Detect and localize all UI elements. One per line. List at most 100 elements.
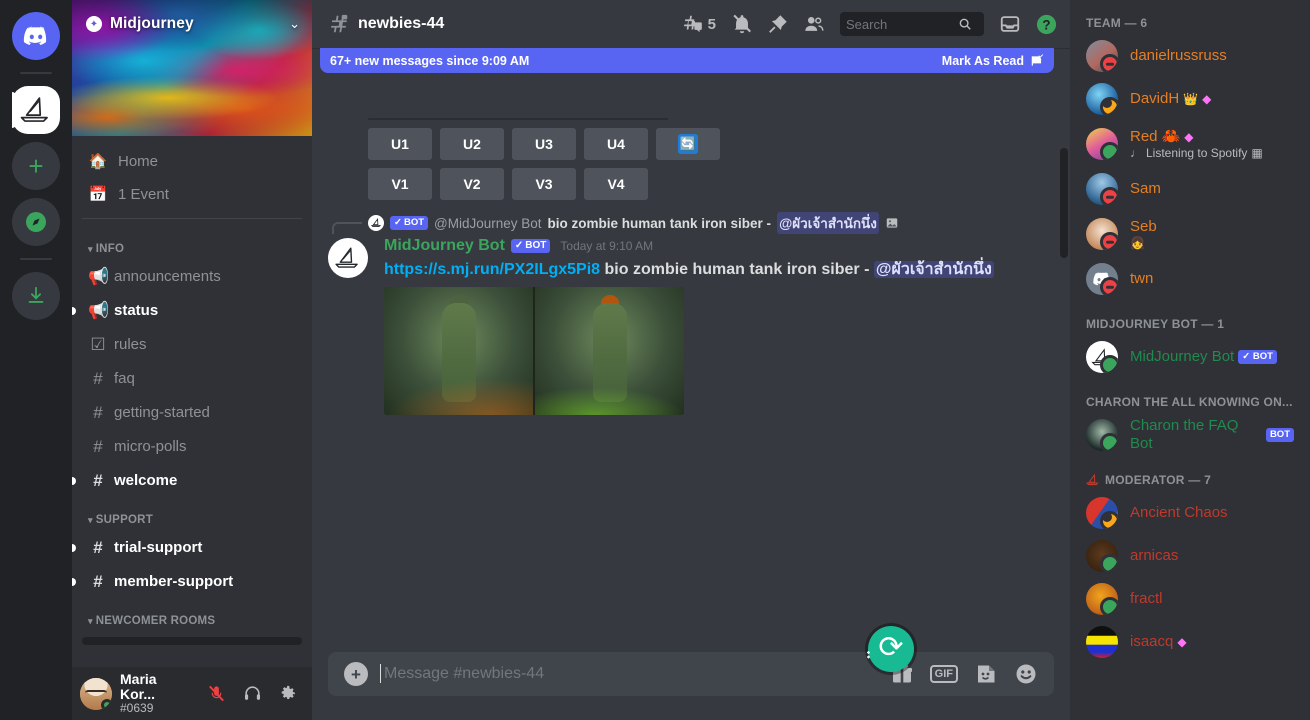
sidebar-item-rules[interactable]: ☑ rules: [80, 328, 304, 361]
list-item[interactable]: Ancient Chaos: [1078, 492, 1302, 534]
sidebar-item-add-server[interactable]: +: [12, 142, 60, 190]
help-icon[interactable]: ?: [1030, 8, 1062, 40]
u4-button[interactable]: U4: [584, 128, 648, 160]
message-composer[interactable]: + Message #newbies-44: [328, 652, 1054, 696]
search-field[interactable]: [846, 17, 958, 32]
sidebar-item-midjourney-server[interactable]: [12, 86, 60, 134]
sidebar-item-getting-started[interactable]: # getting-started: [80, 396, 304, 429]
list-item[interactable]: Sam: [1078, 168, 1302, 210]
avatar[interactable]: [80, 678, 112, 710]
list-item[interactable]: isaacq ◆: [1078, 621, 1302, 663]
pinned-messages-icon[interactable]: [762, 8, 794, 40]
deafen-headphones-icon[interactable]: [236, 678, 268, 710]
status-badge: [1100, 597, 1118, 615]
user-settings-icon[interactable]: [272, 678, 304, 710]
list-item[interactable]: twn: [1078, 258, 1302, 300]
reply-preview[interactable]: ✓ BOT @MidJourney Bot bio zombie human t…: [368, 214, 1054, 232]
server-rail: +: [0, 0, 72, 720]
bot-badge: ✓ BOT: [1238, 350, 1277, 364]
avatar: [1086, 419, 1118, 451]
new-messages-banner[interactable]: 67+ new messages since 9:09 AM Mark As R…: [320, 48, 1054, 73]
category-support[interactable]: ▾ SUPPORT: [80, 498, 304, 530]
sidebar-divider: [82, 218, 302, 219]
status-badge: [1100, 433, 1118, 451]
u1-button[interactable]: U1: [368, 128, 432, 160]
inbox-icon[interactable]: [994, 8, 1026, 40]
hash-icon: #: [88, 573, 108, 590]
sidebar-item-micro-polls[interactable]: # micro-polls: [80, 430, 304, 463]
channel-label: trial-support: [114, 539, 202, 556]
list-item[interactable]: arnicas: [1078, 535, 1302, 577]
message-text: https://s.mj.run/PX2ILgx5Pi8 bio zombie …: [384, 259, 1054, 281]
u2-button[interactable]: U2: [440, 128, 504, 160]
sidebar-item-welcome[interactable]: # welcome: [80, 464, 304, 497]
v4-button[interactable]: V4: [584, 168, 648, 200]
search-input[interactable]: [840, 12, 984, 36]
gift-icon[interactable]: [890, 662, 914, 686]
list-item[interactable]: danielrussruss: [1078, 35, 1302, 77]
threads-icon[interactable]: [676, 8, 708, 40]
chevron-down-icon: ▾: [88, 616, 93, 627]
sticker-picker-icon[interactable]: [974, 662, 998, 686]
messages-scrollbar[interactable]: [1060, 148, 1068, 258]
message-author[interactable]: MidJourney Bot: [384, 236, 505, 257]
sidebar-item-discord-home[interactable]: [12, 12, 60, 60]
avatar: [1086, 497, 1118, 529]
sidebar-item-events[interactable]: 📅 1 Event: [80, 178, 304, 210]
channel-topbar: newbies-44 5: [312, 0, 1070, 48]
reply-text: bio zombie human tank iron siber -: [548, 216, 772, 231]
u3-button[interactable]: U3: [512, 128, 576, 160]
sidebar-item-trial-support[interactable]: # trial-support: [80, 531, 304, 564]
sidebar-item-status[interactable]: 📢 status: [80, 294, 304, 327]
message-input-placeholder: Message #newbies-44: [384, 665, 544, 682]
list-item[interactable]: Seb 👧: [1078, 211, 1302, 257]
sidebar-item-announcements[interactable]: 📢 announcements: [80, 260, 304, 293]
list-item[interactable]: Charon the FAQ Bot BOT: [1078, 414, 1302, 456]
status-badge: [1100, 355, 1118, 373]
mark-as-read-button[interactable]: Mark As Read: [942, 54, 1044, 68]
message-block: ✓ BOT @MidJourney Bot bio zombie human t…: [312, 200, 1070, 415]
member-list[interactable]: TEAM — 6 danielrussruss DavidH 👑 ◆ Red 🦀: [1070, 0, 1310, 720]
message-input[interactable]: Message #newbies-44: [384, 665, 890, 683]
avatar: [1086, 218, 1118, 250]
sidebar-item-member-support[interactable]: # member-support: [80, 565, 304, 598]
v2-button[interactable]: V2: [440, 168, 504, 200]
reroll-button[interactable]: 🔄: [656, 128, 720, 160]
sidebar-item-download-apps[interactable]: [12, 272, 60, 320]
discord-logo-icon: [22, 22, 50, 50]
mute-microphone-icon[interactable]: [200, 678, 232, 710]
messages-scroller[interactable]: U1 U2 U3 U4 🔄 V1 V2 V3 V4: [312, 48, 1070, 652]
chevron-down-icon[interactable]: ⌄: [289, 16, 300, 32]
sidebar-item-home[interactable]: 🏠 Home: [80, 145, 304, 177]
topbar-actions: 5: [676, 8, 1062, 40]
message-attachment-image[interactable]: [384, 287, 684, 415]
midjourney-image-grid[interactable]: [368, 118, 668, 120]
list-item[interactable]: Red 🦀 ◆ ♩ Listening to Spotify ▦: [1078, 121, 1302, 167]
message-link[interactable]: https://s.mj.run/PX2ILgx5Pi8: [384, 261, 600, 278]
member-group-label: MIDJOURNEY BOT — 1: [1086, 317, 1224, 331]
list-item[interactable]: fractl: [1078, 578, 1302, 620]
gif-picker-icon[interactable]: GIF: [930, 665, 958, 683]
member-list-icon[interactable]: [798, 8, 830, 40]
category-newcomer-rooms[interactable]: ▾ NEWCOMER ROOMS: [80, 599, 304, 631]
category-info[interactable]: ▾ INFO: [80, 227, 304, 259]
v1-button[interactable]: V1: [368, 168, 432, 200]
list-item[interactable]: DavidH 👑 ◆: [1078, 78, 1302, 120]
message-mention[interactable]: @ผัวเจ้าสำนักนึ่ง: [874, 261, 994, 278]
add-attachment-icon[interactable]: +: [344, 662, 368, 686]
member-group-midjourney-bot: MIDJOURNEY BOT — 1: [1070, 301, 1310, 335]
avatar[interactable]: [328, 238, 368, 278]
sidebar-item-explore-servers[interactable]: [12, 198, 60, 246]
notification-muted-icon[interactable]: [726, 8, 758, 40]
v3-button[interactable]: V3: [512, 168, 576, 200]
member-name: DavidH 👑 ◆: [1130, 90, 1211, 108]
server-header[interactable]: ✦ Midjourney ⌄: [72, 0, 312, 48]
avatar: [1086, 540, 1118, 572]
list-item[interactable]: MidJourney Bot ✓ BOT: [1078, 336, 1302, 378]
reply-author: @MidJourney Bot: [434, 216, 542, 231]
verified-badge-icon: ✦: [86, 16, 102, 32]
emoji-picker-icon[interactable]: [1014, 662, 1038, 686]
reply-mention[interactable]: @ผัวเจ้าสำนักนึ่ง: [777, 212, 879, 234]
sidebar-item-faq[interactable]: # faq: [80, 362, 304, 395]
member-name: danielrussruss: [1130, 47, 1227, 65]
